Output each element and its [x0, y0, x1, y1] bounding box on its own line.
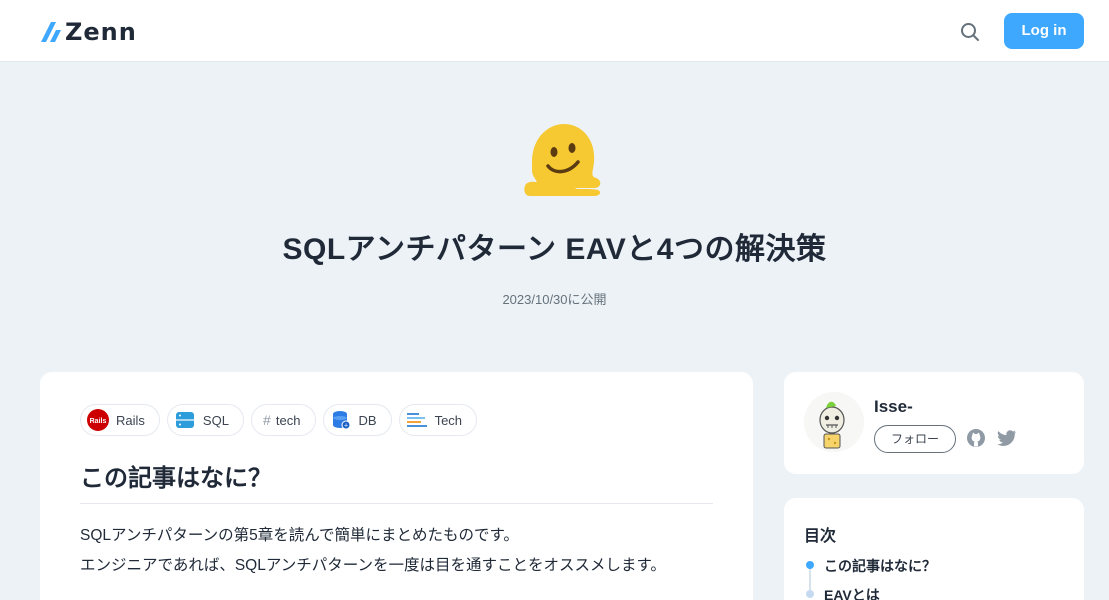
logo-text: Zenn: [65, 18, 137, 46]
svg-text:+: +: [343, 423, 347, 430]
hash-icon: #: [263, 412, 271, 428]
login-button[interactable]: Log in: [1004, 13, 1084, 49]
search-button[interactable]: [958, 20, 982, 44]
tag-list: Rails Rails SQL # tech + DB Tech: [80, 404, 478, 436]
article-title: SQLアンチパターン EAVと4つの解決策: [282, 233, 827, 266]
tag-label: SQL: [202, 412, 229, 428]
database-icon: +: [330, 409, 352, 431]
toc-title: 目次: [804, 528, 837, 545]
paragraph: SQLアンチパターンの第5章を読んで簡単にまとめたものです。: [80, 527, 519, 544]
site-header: Zenn Log in: [0, 0, 1109, 62]
tag-db[interactable]: + DB: [322, 404, 392, 436]
search-icon: [961, 23, 979, 41]
toc-line: [809, 568, 811, 592]
tag-label: DB: [358, 412, 377, 428]
author-card: Isse- フォロー: [784, 372, 1084, 474]
tag-label: Rails: [116, 412, 145, 428]
toc-item-eav[interactable]: EAVとは: [824, 585, 880, 600]
paragraph: エンジニアであれば、SQLアンチパターンを一度は目を通すことをオススメします。: [80, 557, 666, 574]
melting-face-emoji: [520, 118, 604, 202]
section-heading: この記事はなに？: [80, 458, 713, 504]
toc-item-intro[interactable]: この記事はなに？: [824, 556, 936, 576]
tag-label: Tech: [434, 412, 463, 428]
github-icon[interactable]: [966, 428, 986, 448]
tag-sql[interactable]: SQL: [166, 404, 244, 436]
sql-icon: [174, 409, 196, 431]
tech-icon: [406, 409, 428, 431]
author-name[interactable]: Isse-: [874, 397, 913, 417]
article-card: Rails Rails SQL # tech + DB Tech この記事はなに…: [40, 372, 753, 600]
toc-dot: [806, 590, 814, 598]
published-date: 2023/10/30に公開: [502, 292, 607, 307]
svg-text:Rails: Rails: [90, 418, 107, 425]
tag-rails[interactable]: Rails Rails: [80, 404, 160, 436]
follow-button[interactable]: フォロー: [874, 425, 956, 453]
tag-tech[interactable]: # tech: [250, 404, 316, 436]
twitter-icon[interactable]: [997, 429, 1017, 447]
toc-active-dot: [806, 561, 814, 569]
zenn-logo[interactable]: Zenn: [40, 19, 137, 45]
toc-card: 目次 この記事はなに？ EAVとは: [784, 498, 1084, 600]
tag-tech-2[interactable]: Tech: [398, 404, 478, 436]
tag-label: tech: [275, 412, 301, 428]
rails-icon: Rails: [87, 409, 109, 431]
avatar[interactable]: [804, 392, 864, 452]
zenn-logo-icon: [41, 22, 61, 42]
